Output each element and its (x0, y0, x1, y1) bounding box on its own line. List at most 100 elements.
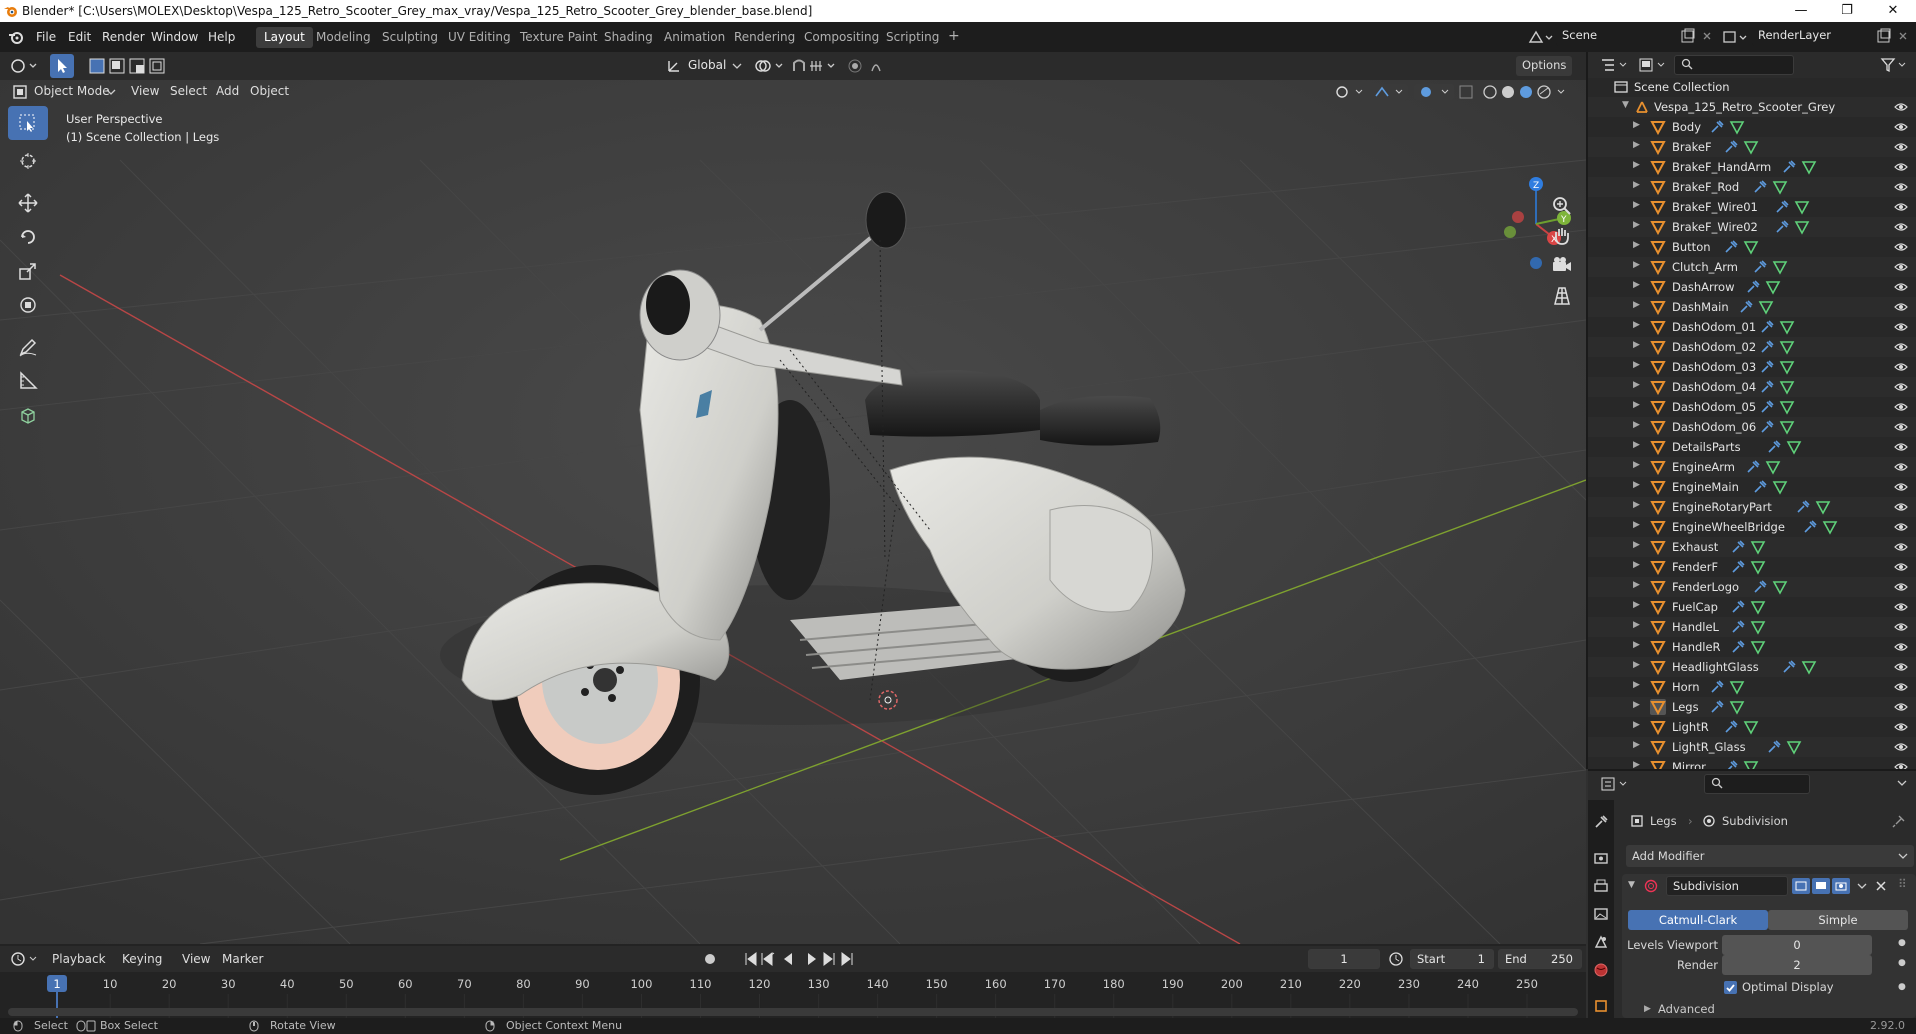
outliner-row[interactable]: ▶ HeadlightGlass (1588, 657, 1916, 677)
close-window-button[interactable]: ✕ (1870, 0, 1916, 22)
outliner-row[interactable]: ▶ FenderLogo (1588, 577, 1916, 597)
expand-arrow-icon[interactable]: ▶ (1633, 620, 1640, 630)
visibility-eye-icon[interactable] (1894, 619, 1908, 635)
move-tool[interactable] (8, 186, 48, 220)
expand-arrow-icon[interactable]: ▶ (1633, 540, 1640, 550)
camera-view-icon[interactable] (1550, 254, 1574, 278)
view-layer-actions-icon[interactable] (1876, 28, 1912, 46)
outliner-row[interactable]: ▶ FenderF (1588, 557, 1916, 577)
pin-icon[interactable] (1892, 814, 1906, 828)
chevron-down-icon[interactable] (1856, 881, 1868, 891)
tool-properties-tab[interactable] (1591, 812, 1611, 832)
transform-orientation-dropdown[interactable]: Global (688, 58, 726, 72)
visibility-eye-icon[interactable] (1894, 179, 1908, 195)
timeline-ruler[interactable]: 1 10 20 30 40 50 60 70 80 90 100 110 120 130 140 150 160… (0, 972, 1586, 1018)
view-layer-selector[interactable]: RenderLayer (1752, 26, 1878, 46)
outliner-row[interactable]: ▶ DashOdom_04 (1588, 377, 1916, 397)
add-cube-tool[interactable] (8, 398, 48, 432)
proportional-editing-icon[interactable] (846, 57, 896, 75)
view-layer-icon[interactable] (1722, 29, 1750, 45)
outliner-row[interactable]: ▶ BrakeF_Rod (1588, 177, 1916, 197)
catmull-clark-button[interactable]: Catmull-Clark (1628, 910, 1768, 930)
expand-arrow-icon[interactable]: ▶ (1633, 120, 1640, 130)
modifier-and-mesh-data-icons[interactable] (1795, 499, 1835, 515)
world-properties-tab[interactable] (1591, 960, 1611, 980)
visibility-eye-icon[interactable] (1894, 499, 1908, 515)
simple-button[interactable]: Simple (1768, 910, 1908, 930)
outliner-row[interactable]: ▶ EngineMain (1588, 477, 1916, 497)
modifier-and-mesh-data-icons[interactable] (1723, 139, 1763, 155)
outliner-row[interactable]: ▶ DashOdom_03 (1588, 357, 1916, 377)
menu-file[interactable]: File (30, 28, 62, 46)
expand-arrow-icon[interactable]: ▶ (1633, 280, 1640, 290)
outliner-row[interactable]: ▶ DashOdom_05 (1588, 397, 1916, 417)
modifier-and-mesh-data-icons[interactable] (1709, 679, 1749, 695)
visibility-eye-icon[interactable] (1894, 279, 1908, 295)
outliner-row[interactable]: ▶ Legs (1588, 697, 1916, 717)
preview-range-icon[interactable] (1388, 951, 1404, 967)
remove-modifier-icon[interactable] (1874, 879, 1888, 893)
modifier-and-mesh-data-icons[interactable] (1781, 159, 1821, 175)
modifier-and-mesh-data-icons[interactable] (1723, 719, 1763, 735)
visibility-eye-icon[interactable] (1894, 439, 1908, 455)
visibility-eye-icon[interactable] (1894, 119, 1908, 135)
visibility-eye-icon[interactable] (1894, 639, 1908, 655)
modifier-and-mesh-data-icons[interactable] (1745, 279, 1785, 295)
scale-tool[interactable] (8, 254, 48, 288)
modifier-display-toggles[interactable] (1792, 877, 1852, 895)
modifier-and-mesh-data-icons[interactable] (1759, 419, 1799, 435)
expand-arrow-icon[interactable]: ▶ (1633, 500, 1640, 510)
outliner-row[interactable]: ▶ EngineWheelBridge (1588, 517, 1916, 537)
modifier-and-mesh-data-icons[interactable] (1759, 379, 1799, 395)
visibility-eye-icon[interactable] (1894, 539, 1908, 555)
expand-arrow-icon[interactable]: ▶ (1633, 300, 1640, 310)
modifier-and-mesh-data-icons[interactable] (1766, 739, 1806, 755)
expand-arrow-icon[interactable]: ▶ (1633, 200, 1640, 210)
annotate-tool[interactable] (8, 330, 48, 364)
modifier-and-mesh-data-icons[interactable] (1709, 119, 1749, 135)
transform-tool[interactable] (8, 288, 48, 322)
visibility-eye-icon[interactable] (1894, 419, 1908, 435)
modifier-and-mesh-data-icons[interactable] (1759, 319, 1799, 335)
expand-arrow-icon[interactable]: ▶ (1633, 180, 1640, 190)
timeline-scrollbar[interactable] (8, 1008, 1578, 1016)
visibility-eye-icon[interactable] (1894, 159, 1908, 175)
properties-search-input[interactable] (1704, 774, 1810, 794)
expand-arrow-icon[interactable]: ▶ (1633, 420, 1640, 430)
outliner-search-input[interactable] (1674, 55, 1794, 75)
outliner-row[interactable]: ▶ DashArrow (1588, 277, 1916, 297)
visibility-eye-icon[interactable] (1894, 679, 1908, 695)
playback-controls[interactable] (700, 950, 880, 968)
expand-arrow-icon[interactable]: ▶ (1633, 400, 1640, 410)
minimize-button[interactable]: — (1778, 0, 1824, 22)
expand-arrow-icon[interactable]: ▶ (1633, 680, 1640, 690)
viewport-shading-controls[interactable] (1330, 82, 1580, 102)
visibility-eye-icon[interactable] (1894, 299, 1908, 315)
visibility-eye-icon[interactable] (1894, 719, 1908, 735)
visibility-eye-icon[interactable] (1894, 379, 1908, 395)
keyframe-dot-icon[interactable]: ● (1898, 958, 1906, 968)
view-layer-properties-tab[interactable] (1591, 904, 1611, 924)
outliner-row[interactable]: ▶ Horn (1588, 677, 1916, 697)
tab-sculpting[interactable]: Sculpting (374, 27, 446, 48)
outliner-row[interactable]: ▶ FuelCap (1588, 597, 1916, 617)
scene-properties-tab[interactable] (1591, 932, 1611, 952)
visibility-eye-icon[interactable] (1894, 739, 1908, 755)
modifier-and-mesh-data-icons[interactable] (1730, 599, 1770, 615)
modifier-and-mesh-data-icons[interactable] (1730, 539, 1770, 555)
expand-arrow-icon[interactable]: ▶ (1633, 480, 1640, 490)
timeline-menu-playback[interactable]: Playback (52, 952, 106, 966)
tab-rendering[interactable]: Rendering (726, 27, 803, 48)
expand-arrow-icon[interactable]: ▶ (1633, 660, 1640, 670)
blender-menu-icon[interactable] (8, 29, 24, 45)
levels-viewport-field[interactable]: 0 (1722, 935, 1872, 955)
menu-select[interactable]: Select (170, 84, 207, 98)
object-properties-tab[interactable] (1591, 996, 1611, 1016)
select-box-tool[interactable] (8, 106, 48, 140)
outliner-row[interactable]: ▶ HandleR (1588, 637, 1916, 657)
modifier-and-mesh-data-icons[interactable] (1759, 399, 1799, 415)
scene-icon[interactable] (1528, 29, 1554, 45)
outliner-row[interactable]: ▶ EngineRotaryPart (1588, 497, 1916, 517)
visibility-eye-icon[interactable] (1894, 459, 1908, 475)
visibility-eye-icon[interactable] (1894, 699, 1908, 715)
